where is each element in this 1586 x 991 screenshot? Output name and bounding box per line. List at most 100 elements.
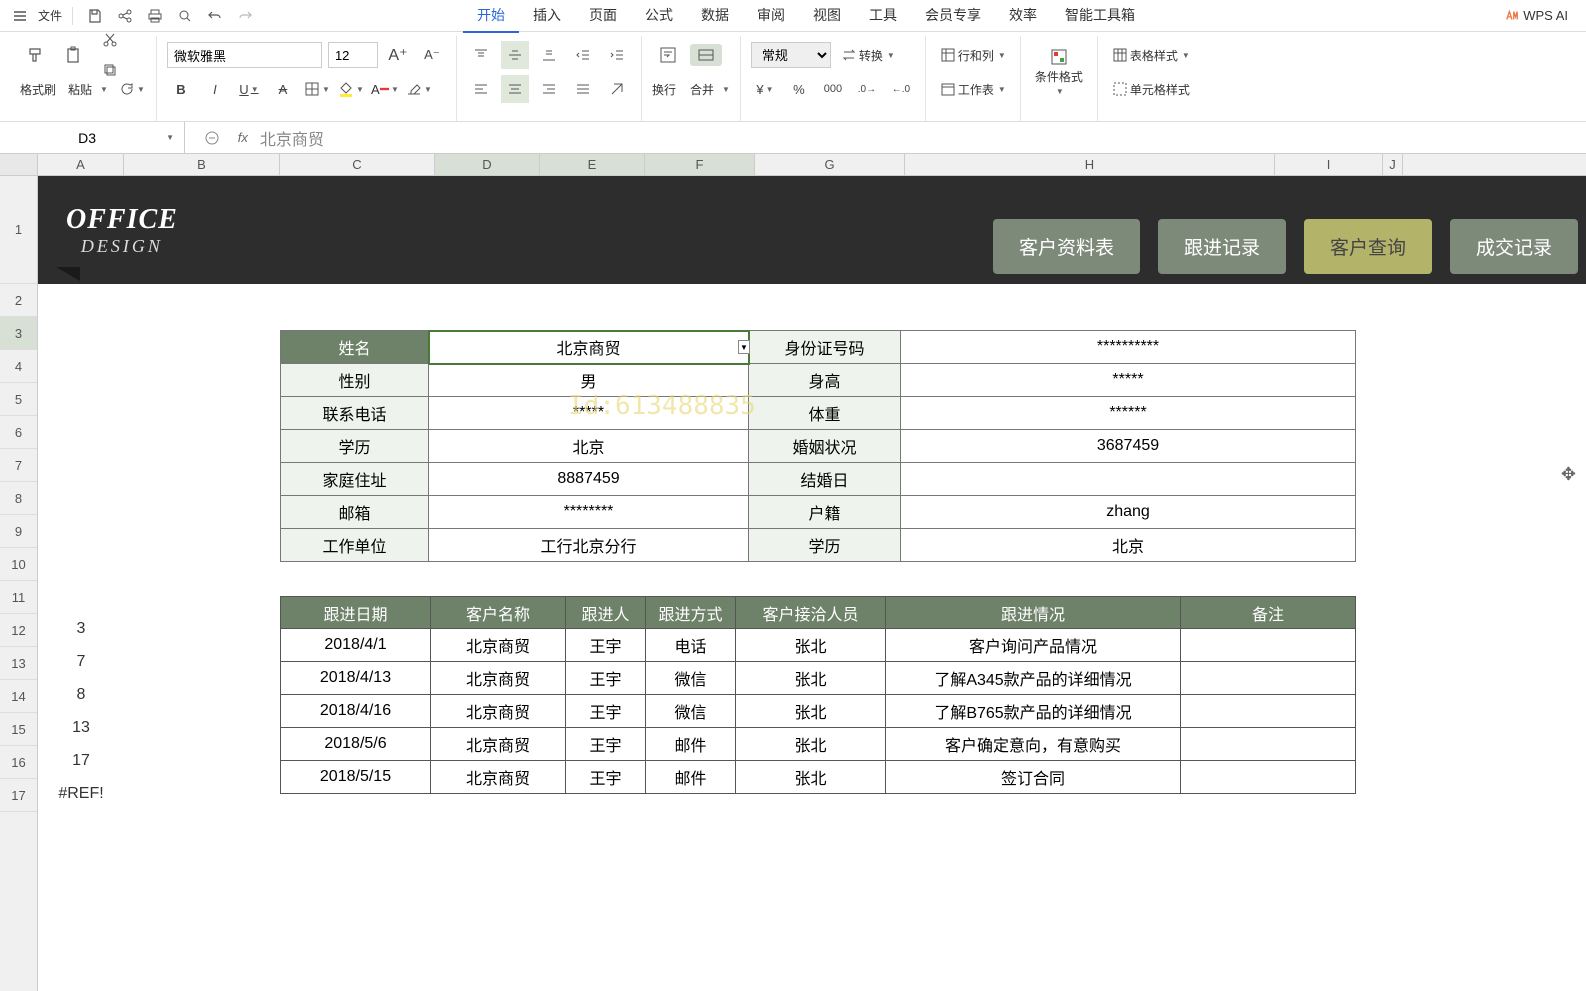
cell-a14[interactable]: 8	[38, 686, 124, 704]
preview-icon[interactable]	[173, 4, 197, 28]
detail-value[interactable]	[901, 463, 1356, 496]
detail-label[interactable]: 工作单位	[281, 529, 429, 562]
follow-header[interactable]: 客户接洽人员	[736, 597, 886, 629]
detail-value[interactable]: 北京商贸▼	[429, 331, 749, 364]
row-header-3[interactable]: 3	[0, 317, 37, 350]
redo-icon[interactable]	[233, 4, 257, 28]
follow-cell[interactable]: 2018/4/16	[281, 695, 431, 728]
follow-cell[interactable]	[1181, 728, 1356, 761]
follow-cell[interactable]: 王宇	[566, 629, 646, 662]
follow-header[interactable]: 跟进日期	[281, 597, 431, 629]
decrease-font-icon[interactable]: A⁻	[418, 41, 446, 69]
row-header-6[interactable]: 6	[0, 416, 37, 449]
increase-font-icon[interactable]: A⁺	[384, 41, 412, 69]
col-header-B[interactable]: B	[124, 154, 280, 175]
detail-label[interactable]: 身高	[749, 364, 901, 397]
cancel-formula-icon[interactable]	[199, 124, 226, 152]
undo-icon[interactable]	[203, 4, 227, 28]
format-painter-button[interactable]	[20, 44, 52, 66]
follow-cell[interactable]: 了解B765款产品的详细情况	[886, 695, 1181, 728]
follow-cell[interactable]: 了解A345款产品的详细情况	[886, 662, 1181, 695]
row-header-5[interactable]: 5	[0, 383, 37, 416]
cell-a15[interactable]: 13	[38, 719, 124, 737]
border-button[interactable]: ▼	[303, 75, 331, 103]
wps-ai-button[interactable]: WPS AI	[1495, 8, 1578, 23]
tab-会员专享[interactable]: 会员专享	[911, 0, 995, 33]
cell-ref-input[interactable]	[10, 130, 164, 146]
align-top-icon[interactable]	[467, 41, 495, 69]
font-size-select[interactable]	[328, 42, 378, 68]
follow-cell[interactable]: 2018/5/15	[281, 761, 431, 794]
col-header-A[interactable]: A	[38, 154, 124, 175]
nav-button[interactable]: 客户查询	[1304, 219, 1432, 274]
number-format-select[interactable]: 常规	[751, 42, 831, 68]
col-header-E[interactable]: E	[540, 154, 645, 175]
detail-label[interactable]: 邮箱	[281, 496, 429, 529]
decrease-decimal-icon[interactable]: ←.0	[887, 75, 915, 103]
align-bottom-icon[interactable]	[535, 41, 563, 69]
follow-cell[interactable]: 客户确定意向，有意购买	[886, 728, 1181, 761]
detail-label[interactable]: 学历	[281, 430, 429, 463]
chevron-down-icon[interactable]: ▼	[166, 133, 174, 142]
follow-cell[interactable]: 签订合同	[886, 761, 1181, 794]
follow-cell[interactable]: 北京商贸	[431, 761, 566, 794]
follow-cell[interactable]: 2018/5/6	[281, 728, 431, 761]
cell-a17[interactable]: #REF!	[38, 785, 124, 803]
file-menu[interactable]: 文件	[38, 7, 62, 24]
print-icon[interactable]	[143, 4, 167, 28]
detail-value[interactable]: ********	[429, 496, 749, 529]
col-header-H[interactable]: H	[905, 154, 1275, 175]
col-header-I[interactable]: I	[1275, 154, 1383, 175]
follow-cell[interactable]	[1181, 662, 1356, 695]
follow-cell[interactable]: 张北	[736, 629, 886, 662]
underline-button[interactable]: U▼	[235, 75, 263, 103]
detail-value[interactable]: 男	[429, 364, 749, 397]
follow-header[interactable]: 跟进情况	[886, 597, 1181, 629]
strikethrough-button[interactable]: A	[269, 75, 297, 103]
cell-a13[interactable]: 7	[38, 653, 124, 671]
convert-button[interactable]: 转换▼	[837, 45, 899, 66]
detail-label[interactable]: 学历	[749, 529, 901, 562]
follow-header[interactable]: 跟进人	[566, 597, 646, 629]
detail-label[interactable]: 婚姻状况	[749, 430, 901, 463]
follow-cell[interactable]: 王宇	[566, 728, 646, 761]
col-header-C[interactable]: C	[280, 154, 435, 175]
tab-智能工具箱[interactable]: 智能工具箱	[1051, 0, 1149, 33]
row-header-8[interactable]: 8	[0, 482, 37, 515]
tab-数据[interactable]: 数据	[687, 0, 743, 33]
detail-value[interactable]: *****	[901, 364, 1356, 397]
detail-value[interactable]: zhang	[901, 496, 1356, 529]
detail-value[interactable]: 8887459	[429, 463, 749, 496]
cut-icon[interactable]	[96, 26, 124, 54]
follow-cell[interactable]	[1181, 629, 1356, 662]
decrease-indent-icon[interactable]	[569, 41, 597, 69]
cell-a12[interactable]: 3	[38, 620, 124, 638]
align-left-icon[interactable]	[467, 75, 495, 103]
currency-icon[interactable]: ¥▼	[751, 75, 779, 103]
cell-style-button[interactable]: 单元格样式	[1108, 79, 1194, 100]
detail-value[interactable]: 北京	[901, 529, 1356, 562]
nav-button[interactable]: 成交记录	[1450, 219, 1578, 274]
detail-label[interactable]: 体重	[749, 397, 901, 430]
follow-cell[interactable]: 电话	[646, 629, 736, 662]
merge-label[interactable]: 合并	[690, 81, 714, 98]
col-header-J[interactable]: J	[1383, 154, 1403, 175]
detail-value[interactable]: ******	[901, 397, 1356, 430]
follow-cell[interactable]: 张北	[736, 761, 886, 794]
follow-cell[interactable]	[1181, 695, 1356, 728]
formula-input[interactable]	[260, 129, 1572, 147]
table-style-button[interactable]: 表格样式▼	[1108, 45, 1194, 66]
detail-label[interactable]: 姓名	[281, 331, 429, 364]
row-header-11[interactable]: 11	[0, 581, 37, 614]
follow-header[interactable]: 备注	[1181, 597, 1356, 629]
row-header-16[interactable]: 16	[0, 746, 37, 779]
merge-button[interactable]	[690, 44, 722, 66]
detail-value[interactable]: 3687459	[901, 430, 1356, 463]
fill-color-button[interactable]: ▼	[337, 75, 365, 103]
follow-cell[interactable]: 王宇	[566, 662, 646, 695]
row-header-12[interactable]: 12	[0, 614, 37, 647]
detail-value[interactable]: **********	[901, 331, 1356, 364]
row-header-2[interactable]: 2	[0, 284, 37, 317]
align-middle-icon[interactable]	[501, 41, 529, 69]
detail-value[interactable]: 工行北京分行	[429, 529, 749, 562]
